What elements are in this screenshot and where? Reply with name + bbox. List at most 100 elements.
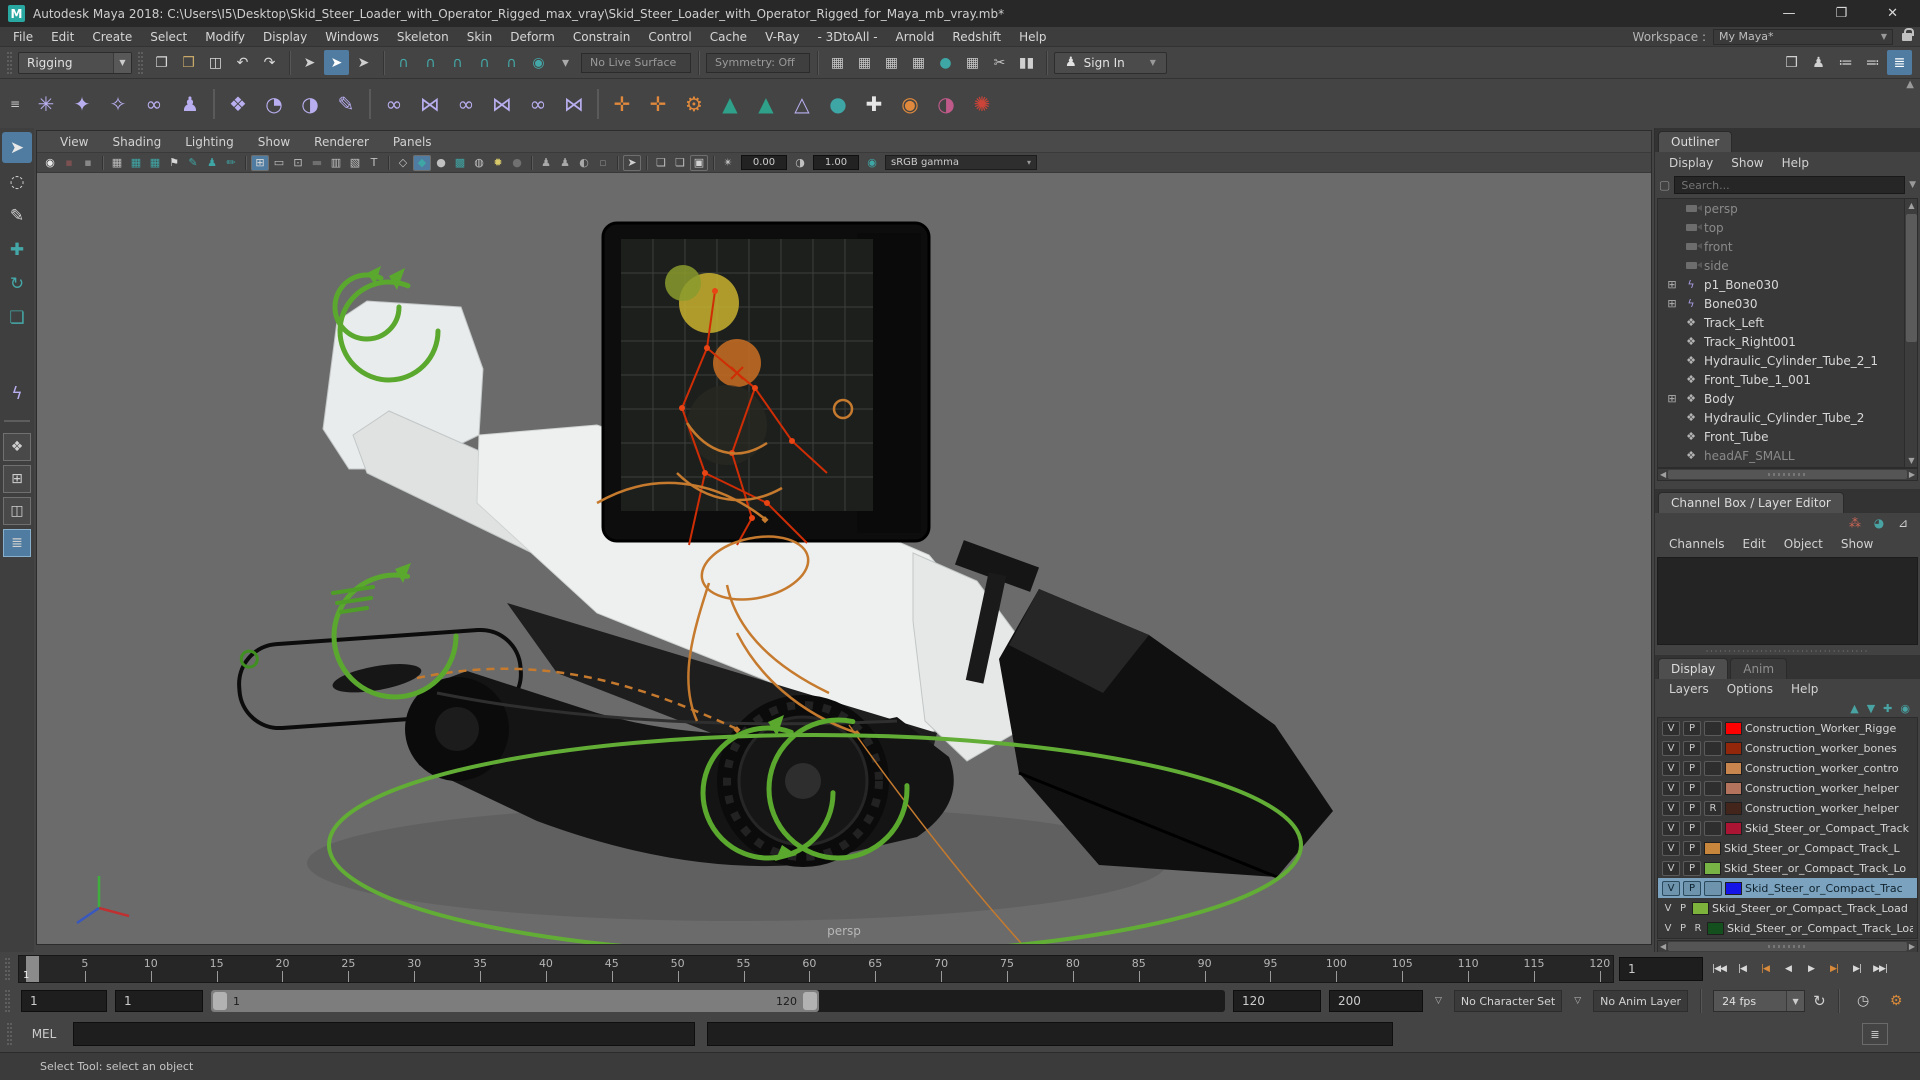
tab-anim-layers[interactable]: Anim	[1730, 658, 1788, 679]
save-scene-icon[interactable]: ◫	[203, 50, 228, 75]
character-controls-icon[interactable]: ♟	[1806, 50, 1831, 75]
four-pane-layout[interactable]: ⊞	[3, 465, 31, 493]
layer-reference-toggle[interactable]	[1704, 820, 1722, 836]
layer-color-swatch[interactable]	[1692, 901, 1709, 915]
bind-skin-icon[interactable]: ❖	[220, 85, 256, 123]
single-pane-layout[interactable]: ❖	[3, 433, 31, 461]
step-back-key-button[interactable]: |◀	[1754, 957, 1776, 981]
outliner-item-headaf_small[interactable]: ❖ headAF_SMALL	[1658, 446, 1917, 465]
layer-editor-menu-help[interactable]: Help	[1783, 682, 1826, 696]
shelf-menu-button[interactable]: ≡	[4, 98, 26, 110]
channel-box-menu-object[interactable]: Object	[1776, 537, 1831, 551]
animation-end-field[interactable]: 200	[1329, 990, 1423, 1012]
scroll-down-icon[interactable]: ▼	[1905, 454, 1917, 467]
bookmark-icon[interactable]: ⚑	[165, 155, 183, 171]
contrast-field[interactable]: 1.00	[813, 155, 859, 170]
character-set-field[interactable]: No Character Set	[1453, 990, 1563, 1012]
scroll-left-icon[interactable]: ◀	[1660, 942, 1666, 951]
resolution-gate-icon[interactable]: ⊡	[289, 155, 307, 171]
layer-reference-toggle[interactable]	[1704, 720, 1722, 736]
humanik-character-icon[interactable]: ♟	[172, 85, 208, 123]
move-layer-up-icon[interactable]: ▲	[1850, 702, 1858, 715]
image-plane-pencil-icon[interactable]: ✎	[184, 155, 202, 171]
viewport-menu-show[interactable]: Show	[247, 135, 301, 149]
expand-icon[interactable]: ⊞	[1666, 392, 1678, 405]
layer-row[interactable]: V P Construction_worker_contro	[1658, 758, 1917, 778]
rigid-bind-icon[interactable]: ◑	[292, 85, 328, 123]
motion-blur-icon[interactable]: ◐	[575, 155, 593, 171]
select-by-component-icon[interactable]: ➤	[351, 50, 376, 75]
anim-layer-dropdown-icon[interactable]: ▽	[1570, 996, 1585, 1006]
menu-deform[interactable]: Deform	[501, 30, 564, 44]
layer-color-swatch[interactable]	[1725, 761, 1742, 775]
scroll-right-icon[interactable]: ▶	[1909, 942, 1915, 951]
scale-tool[interactable]: ❏	[2, 302, 32, 333]
menu-constrain[interactable]: Constrain	[564, 30, 640, 44]
minimize-button[interactable]: —	[1782, 6, 1795, 21]
pause-viewport-icon[interactable]: ▮▮	[1014, 50, 1039, 75]
menu-skeleton[interactable]: Skeleton	[388, 30, 458, 44]
outliner-item-hydraulic_cylinder_tube_2[interactable]: ❖ Hydraulic_Cylinder_Tube_2	[1658, 408, 1917, 427]
layer-row[interactable]: V P Skid_Steer_or_Compact_Trac	[1658, 878, 1917, 898]
pole-vector-constraint-icon[interactable]: ⋈	[556, 85, 592, 123]
select-tool[interactable]: ➤	[2, 132, 32, 163]
last-tool-joint[interactable]: ϟ	[2, 378, 32, 409]
tab-channel-box[interactable]: Channel Box / Layer Editor	[1658, 492, 1844, 513]
layer-visibility-toggle[interactable]: V	[1662, 901, 1674, 916]
outliner-menu-help[interactable]: Help	[1774, 156, 1817, 170]
outliner-persp-layout[interactable]: ≣	[3, 529, 31, 557]
shaded-sphere-icon[interactable]: ●	[432, 155, 450, 171]
layer-row[interactable]: V P Construction_Worker_Rigge	[1658, 718, 1917, 738]
nonlinear-deformer-icon[interactable]: ✺	[964, 85, 1000, 123]
tab-display-layers[interactable]: Display	[1658, 658, 1729, 679]
create-layer-from-selected-icon[interactable]: ◉	[1900, 702, 1910, 715]
layer-visibility-toggle[interactable]: V	[1662, 880, 1680, 896]
go-to-start-button[interactable]: |◀◀	[1708, 957, 1730, 981]
menu-cache[interactable]: Cache	[701, 30, 756, 44]
layer-visibility-toggle[interactable]: V	[1662, 921, 1674, 936]
layer-playback-toggle[interactable]: P	[1683, 740, 1701, 756]
step-back-frame-button[interactable]: |◀	[1731, 957, 1753, 981]
section-grip[interactable]	[5, 958, 10, 980]
channel-box-menu-channels[interactable]: Channels	[1661, 537, 1733, 551]
step-forward-frame-button[interactable]: ▶|	[1846, 957, 1868, 981]
character-set-dropdown-icon[interactable]: ▽	[1431, 996, 1446, 1006]
point-constraint-icon[interactable]: ⋈	[412, 85, 448, 123]
outliner-item-persp[interactable]: persp	[1658, 199, 1917, 218]
layer-color-swatch[interactable]	[1725, 801, 1742, 815]
redo-icon[interactable]: ↷	[257, 50, 282, 75]
layer-row[interactable]: V P Construction_worker_helper	[1658, 778, 1917, 798]
outliner-menu-display[interactable]: Display	[1661, 156, 1721, 170]
move-layer-down-icon[interactable]: ▼	[1867, 702, 1875, 715]
scroll-right-icon[interactable]: ▶	[1909, 470, 1915, 479]
layer-visibility-toggle[interactable]: V	[1662, 760, 1680, 776]
outliner-item-front_tube[interactable]: ❖ Front_Tube	[1658, 427, 1917, 446]
live-surface-field[interactable]: No Live Surface	[581, 52, 691, 73]
symmetry-field[interactable]: Symmetry: Off	[706, 52, 810, 73]
viewport-menu-shading[interactable]: Shading	[101, 135, 172, 149]
scroll-left-icon[interactable]: ◀	[1660, 470, 1666, 479]
snap-options-dropdown[interactable]: ▾	[553, 50, 578, 75]
fps-select[interactable]: 24 fps ▼	[1713, 990, 1806, 1012]
aim-constraint-icon[interactable]: ∞	[520, 85, 556, 123]
outliner-item-body[interactable]: ⊞ ❖ Body	[1658, 389, 1917, 408]
move-tool[interactable]: ✚	[2, 234, 32, 265]
isolate-select-icon[interactable]: ➤	[623, 154, 641, 171]
layer-row[interactable]: V P Skid_Steer_or_Compact_Track_Lo	[1658, 858, 1917, 878]
layer-row[interactable]: V P Skid_Steer_or_Compact_Track	[1658, 818, 1917, 838]
anim-layer-field[interactable]: No Anim Layer	[1593, 990, 1689, 1012]
layer-color-swatch[interactable]	[1704, 841, 1721, 855]
workspace-panel-toggle-icon[interactable]: ≣	[1887, 50, 1912, 75]
image-plane2-icon[interactable]: ❏	[671, 155, 689, 171]
film-gate-icon[interactable]: ▭	[270, 155, 288, 171]
section-grip[interactable]	[7, 51, 12, 74]
grid-toggle-icon[interactable]: ⊞	[251, 154, 269, 171]
viewport-menu-lighting[interactable]: Lighting	[174, 135, 245, 149]
layer-playback-toggle[interactable]: P	[1677, 921, 1689, 936]
expand-icon[interactable]: ⊞	[1666, 297, 1678, 310]
render-settings-icon[interactable]: ▦	[906, 50, 931, 75]
playback-speed-icon[interactable]: ◷	[1851, 989, 1876, 1014]
safe-action-icon[interactable]: ▧	[346, 155, 364, 171]
paint-skin-weights-icon[interactable]: ✎	[328, 85, 364, 123]
layer-row[interactable]: V P R Construction_worker_helper	[1658, 798, 1917, 818]
